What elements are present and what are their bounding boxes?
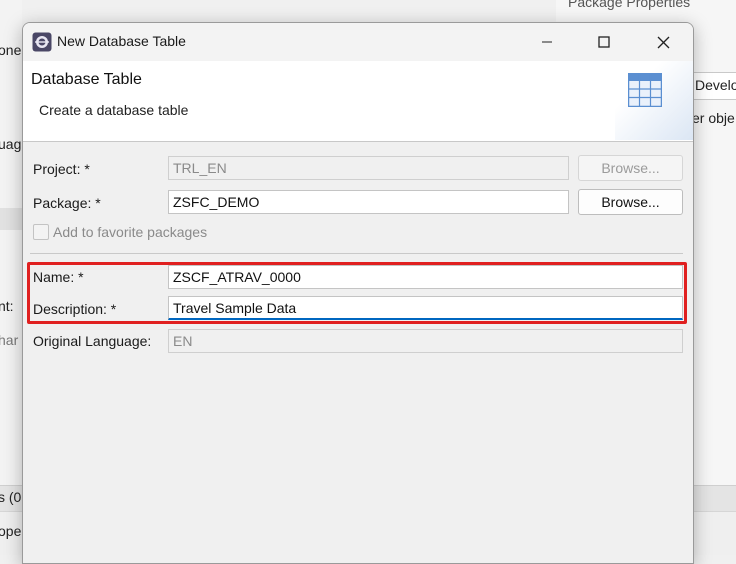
wizard-page-title: Database Table: [31, 71, 142, 88]
database-table-icon: [627, 72, 663, 110]
background-text: nt:: [0, 298, 14, 314]
background-text: er obje: [692, 110, 735, 126]
dialog-title: New Database Table: [57, 33, 186, 49]
background-left-pane: [0, 0, 22, 554]
add-to-favorites-label: Add to favorite packages: [53, 224, 208, 240]
maximize-icon: [598, 36, 610, 48]
maximize-button[interactable]: [583, 29, 625, 55]
highlight-box: [27, 262, 687, 324]
background-text: Develo: [695, 77, 736, 93]
minimize-icon: [542, 41, 552, 43]
project-field: TRL_EN: [168, 156, 569, 180]
dialog-titlebar: New Database Table: [23, 23, 693, 61]
minimize-button[interactable]: [526, 29, 568, 55]
close-icon: [657, 36, 669, 48]
background-text: Package Properties: [568, 0, 691, 10]
eclipse-app-icon: [32, 32, 52, 52]
background-text: one: [0, 42, 22, 58]
add-to-favorites-checkbox: [33, 224, 49, 240]
package-label: Package: *: [33, 195, 101, 211]
background-text: har: [0, 332, 19, 348]
wizard-header: Database Table Create a database table: [23, 61, 693, 142]
project-label: Project: *: [33, 161, 90, 177]
original-language-field: EN: [168, 329, 683, 353]
background-band: [0, 208, 22, 230]
new-database-table-dialog: New Database Table Database Table Create…: [22, 22, 694, 564]
package-field[interactable]: ZSFC_DEMO: [168, 190, 569, 214]
wizard-page-description: Create a database table: [39, 102, 189, 118]
separator: [30, 253, 683, 254]
package-browse-button[interactable]: Browse...: [578, 189, 683, 215]
background-text: uag: [0, 136, 22, 152]
background-text: s (0: [0, 489, 22, 505]
original-language-label: Original Language:: [33, 333, 152, 349]
project-browse-button: Browse...: [578, 155, 683, 181]
background-text: ope: [0, 523, 22, 539]
close-button[interactable]: [642, 29, 684, 55]
